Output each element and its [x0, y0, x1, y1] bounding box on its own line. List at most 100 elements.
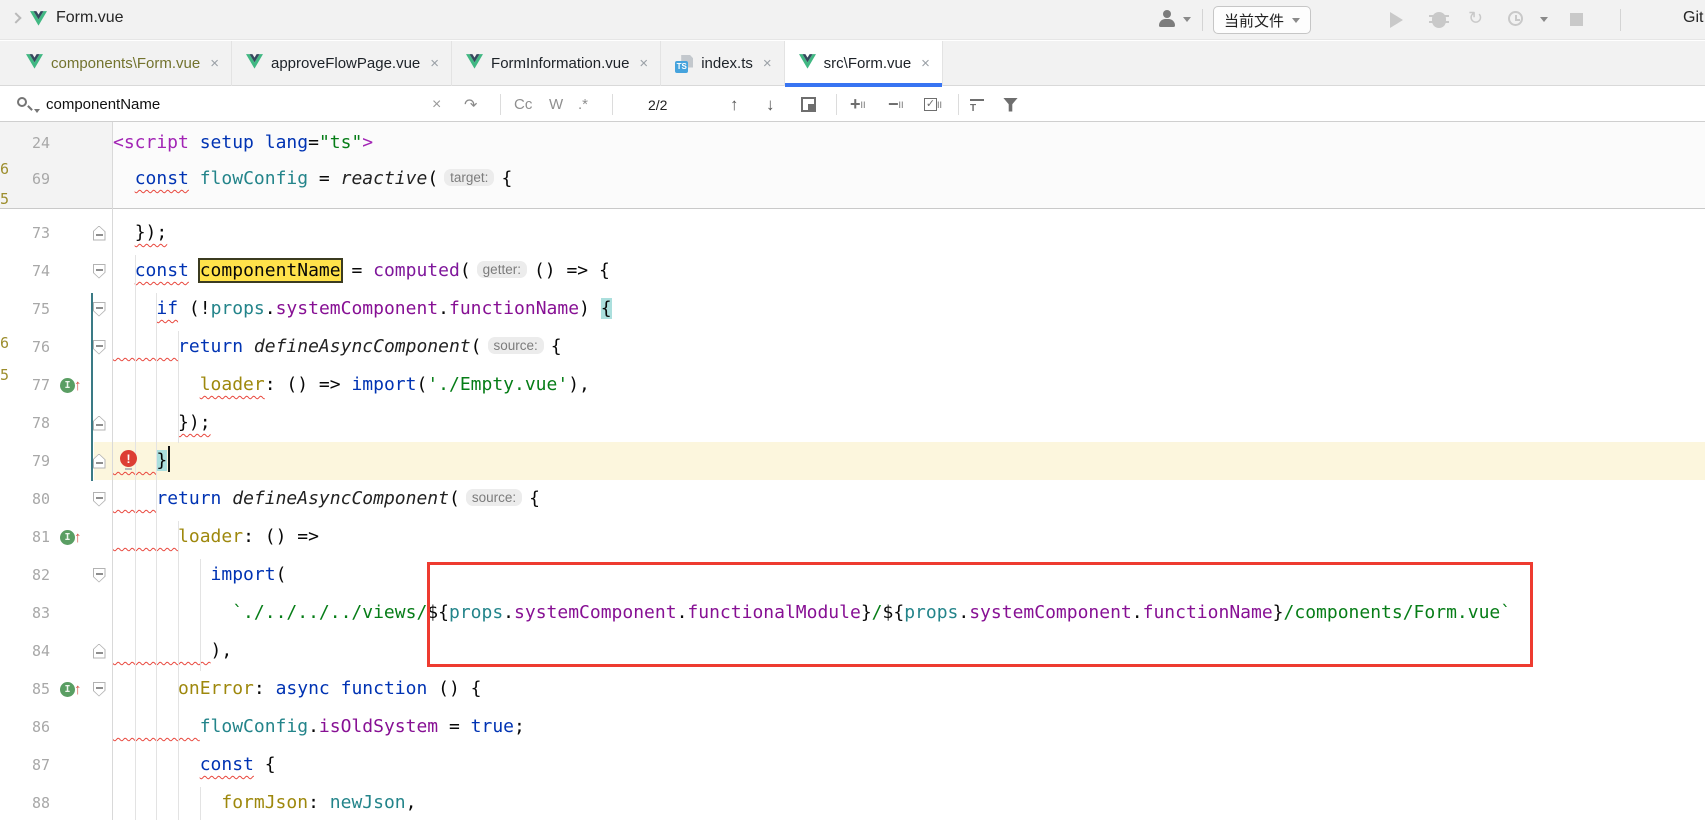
- rerun-coverage-icon[interactable]: ↻: [1468, 8, 1483, 29]
- code-token: setup: [200, 132, 254, 153]
- fold-region-start-icon[interactable]: [93, 340, 106, 355]
- code-token: [189, 132, 200, 153]
- editor-tab[interactable]: TSindex.ts×: [661, 41, 784, 86]
- code-token: onError: [178, 678, 254, 699]
- fold-region-end-icon[interactable]: [93, 416, 106, 431]
- search-divider: [958, 94, 959, 115]
- fold-region-start-icon[interactable]: [93, 682, 106, 697]
- code-token: =: [341, 260, 374, 281]
- regex-toggle[interactable]: .*: [578, 87, 588, 122]
- code-editor[interactable]: 24<script setup lang="ts">69 const flowC…: [0, 122, 1705, 820]
- open-in-find-window-icon[interactable]: [801, 87, 816, 122]
- fold-gutter: [86, 226, 112, 241]
- code-token: {: [254, 754, 276, 775]
- next-match-button[interactable]: ↓: [766, 87, 775, 122]
- implemented-marker-icon[interactable]: I: [60, 530, 75, 545]
- add-occurrence-icon[interactable]: +II: [850, 87, 866, 122]
- close-icon[interactable]: ×: [210, 55, 219, 72]
- line-number: 81: [0, 528, 50, 546]
- profiler-dropdown-icon[interactable]: [1540, 17, 1548, 22]
- filter-icon[interactable]: [1003, 87, 1018, 122]
- search-options-icon[interactable]: T: [970, 87, 984, 122]
- fold-region-start-icon[interactable]: [93, 568, 106, 583]
- stop-button[interactable]: [1570, 13, 1583, 26]
- code-text[interactable]: formJson: newJson,: [112, 784, 1705, 820]
- user-dropdown-icon[interactable]: [1183, 17, 1191, 22]
- code-text[interactable]: return defineAsyncComponent(source:{: [112, 480, 1705, 518]
- code-text[interactable]: });: [112, 404, 1705, 442]
- code-token: `./../../../views/: [232, 602, 427, 623]
- editor-tab[interactable]: FormInformation.vue×: [452, 41, 661, 86]
- implemented-marker-icon[interactable]: I: [60, 378, 75, 393]
- code-text[interactable]: const componentName = computed(getter:()…: [112, 252, 1705, 290]
- title-bar: Form.vue 当前文件 ↻ Git: [0, 0, 1705, 40]
- fold-gutter: [86, 264, 112, 279]
- clear-search-icon[interactable]: ×: [432, 87, 441, 122]
- select-all-occurrences-icon[interactable]: ✓II: [924, 87, 942, 122]
- fold-region-end-icon[interactable]: [93, 226, 106, 241]
- user-profile-icon[interactable]: [1158, 10, 1178, 28]
- profiler-icon[interactable]: [1508, 11, 1523, 26]
- debug-button[interactable]: [1432, 12, 1446, 28]
- code-text[interactable]: return defineAsyncComponent(source:{: [112, 328, 1705, 366]
- code-token: {: [601, 298, 612, 319]
- code-token: });: [178, 412, 211, 433]
- code-token: return: [178, 336, 243, 357]
- implemented-marker-icon[interactable]: I: [60, 682, 75, 697]
- clipped-edge-text: 6: [0, 334, 9, 354]
- code-line: 87 const {: [0, 746, 1705, 784]
- previous-match-button[interactable]: ↑: [730, 87, 739, 122]
- search-divider: [612, 94, 613, 115]
- fold-region-start-icon[interactable]: [93, 492, 106, 507]
- code-text[interactable]: onError: async function () {: [112, 670, 1705, 708]
- close-icon[interactable]: ×: [921, 55, 930, 72]
- code-text[interactable]: });: [112, 214, 1705, 252]
- newline-icon[interactable]: ↷: [464, 87, 477, 122]
- breadcrumb[interactable]: Form.vue: [56, 9, 124, 27]
- editor-tab[interactable]: components\Form.vue×: [12, 41, 232, 86]
- code-token: {: [529, 488, 540, 509]
- code-line: 78 });: [0, 404, 1705, 442]
- vue-file-icon: [246, 54, 263, 73]
- search-icon[interactable]: [16, 87, 36, 122]
- code-text[interactable]: <script setup lang="ts">: [112, 124, 1705, 162]
- fold-region-end-icon[interactable]: [93, 644, 106, 659]
- code-text[interactable]: const flowConfig = reactive(target:{: [112, 160, 1705, 198]
- line-number: 85: [0, 680, 50, 698]
- chevron-down-icon: [1292, 18, 1300, 23]
- annotation-red-box: [427, 562, 1533, 667]
- code-text[interactable]: loader: () =>: [112, 518, 1705, 556]
- indent-guide: [156, 293, 157, 820]
- code-token: loader: [178, 526, 243, 547]
- code-token: ),: [211, 640, 233, 661]
- fold-region-end-icon[interactable]: [93, 454, 106, 469]
- close-icon[interactable]: ×: [430, 55, 439, 72]
- close-icon[interactable]: ×: [639, 55, 648, 72]
- editor-tab[interactable]: src\Form.vue×: [785, 41, 943, 86]
- code-text[interactable]: }: [112, 442, 1705, 480]
- code-token: (: [276, 564, 287, 585]
- fold-region-start-icon[interactable]: [93, 264, 106, 279]
- run-button[interactable]: [1390, 12, 1403, 28]
- remove-occurrence-icon[interactable]: −II: [888, 87, 904, 122]
- code-text[interactable]: flowConfig.isOldSystem = true;: [112, 708, 1705, 746]
- line-number: 78: [0, 414, 50, 432]
- fold-region-start-icon[interactable]: [93, 302, 106, 317]
- inlay-hint: source:: [488, 337, 544, 354]
- inlay-hint: target:: [444, 169, 494, 186]
- search-input[interactable]: componentName: [46, 87, 160, 122]
- code-token: (: [460, 260, 471, 281]
- git-menu[interactable]: Git: [1683, 9, 1703, 27]
- code-text[interactable]: loader: () => import('./Empty.vue'),: [112, 366, 1705, 404]
- code-token: systemComponent: [276, 298, 439, 319]
- close-icon[interactable]: ×: [763, 55, 772, 72]
- code-token: true: [471, 716, 514, 737]
- code-text[interactable]: if (!props.systemComponent.functionName)…: [112, 290, 1705, 328]
- error-intention-icon[interactable]: !: [120, 450, 137, 467]
- editor-tab[interactable]: approveFlowPage.vue×: [232, 41, 452, 86]
- code-token: if: [156, 298, 178, 319]
- match-case-toggle[interactable]: Cc: [514, 87, 532, 122]
- whole-words-toggle[interactable]: W: [549, 87, 563, 122]
- run-config-dropdown[interactable]: 当前文件: [1213, 6, 1311, 34]
- code-text[interactable]: const {: [112, 746, 1705, 784]
